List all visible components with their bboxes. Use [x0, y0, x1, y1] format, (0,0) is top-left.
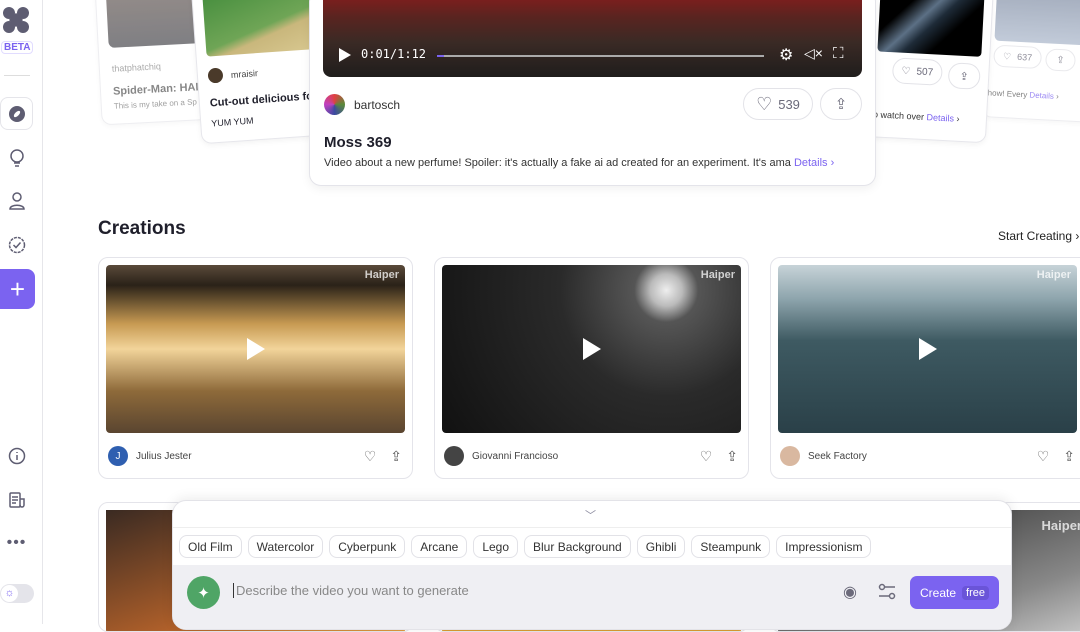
style-chip[interactable]: Arcane [411, 535, 468, 558]
author: thatphatchiq [111, 61, 162, 74]
video-description: Video about a new perfume! Spoiler: it's… [324, 157, 835, 169]
video-time: 0:01/1:12 [361, 47, 427, 61]
prompt-enhance-icon[interactable]: ✦ [187, 576, 220, 609]
share-button[interactable]: ⇪ [947, 62, 981, 90]
featured-main-card[interactable]: 0:01/1:12 ⚙ ◁× ⛶ bartosch ♡ 539 ⇪ Moss 36… [309, 0, 876, 186]
author-name[interactable]: Seek Factory [808, 451, 867, 462]
desc: show! Every Details › [983, 88, 1059, 102]
avatar [207, 67, 224, 84]
profile-icon[interactable] [0, 184, 33, 217]
divider [4, 75, 30, 76]
heart-icon[interactable]: ♡ [364, 448, 377, 465]
creation-card[interactable]: Haiper Seek Factory ♡ ⇪ [770, 257, 1080, 479]
video-progress[interactable] [437, 55, 764, 57]
mute-icon[interactable]: ◁× [804, 45, 823, 62]
thumbnail[interactable]: Haiper [106, 265, 405, 433]
haiper-logo[interactable] [2, 6, 30, 34]
settings-sliders-icon[interactable] [878, 583, 896, 601]
like-button[interactable]: ♡ 507 [891, 57, 944, 86]
beta-badge: BETA [1, 41, 34, 54]
prompt-input[interactable] [233, 583, 733, 598]
more-icon[interactable]: ••• [0, 526, 33, 559]
fullscreen-icon[interactable]: ⛶ [833, 45, 844, 62]
featured-card[interactable]: ♡ 637 ⇪ show! Every Details › [981, 0, 1080, 123]
play-icon[interactable] [338, 47, 352, 63]
collapse-chevron-icon[interactable]: ﹀ [585, 507, 596, 523]
thumbnail[interactable]: Haiper [778, 265, 1077, 433]
lightbulb-icon[interactable] [0, 141, 33, 174]
desc: YUM YUM [210, 115, 254, 129]
video-player[interactable]: 0:01/1:12 ⚙ ◁× ⛶ [323, 0, 862, 77]
video-title: Moss 369 [324, 134, 392, 151]
style-chip[interactable]: Watercolor [247, 535, 324, 558]
sidebar: BETA + ••• ☼ [0, 0, 43, 624]
create-plus-button[interactable]: + [0, 269, 35, 309]
heart-icon[interactable]: ♡ [700, 448, 713, 465]
avatar [444, 446, 464, 466]
style-chip[interactable]: Steampunk [691, 535, 771, 558]
title: Cut-out delicious foo [209, 89, 321, 110]
author-name[interactable]: bartosch [354, 98, 400, 112]
avatar [780, 446, 800, 466]
share-icon[interactable]: ⇪ [1063, 448, 1075, 465]
heart-icon[interactable]: ♡ [1037, 448, 1050, 465]
avatar: J [108, 446, 128, 466]
creation-card[interactable]: Haiper Giovanni Francioso ♡ ⇪ [434, 257, 749, 479]
author-name[interactable]: Giovanni Francioso [472, 451, 558, 462]
creation-card[interactable]: Haiper J Julius Jester ♡ ⇪ [98, 257, 413, 479]
play-icon[interactable] [246, 338, 265, 360]
thumbnail [201, 0, 317, 57]
author: mraisir [230, 68, 259, 80]
share-button[interactable]: ⇪ [1044, 48, 1077, 72]
play-icon[interactable] [582, 338, 601, 360]
featured-card[interactable]: ♡ 507 ⇪ re to watch over Details › [857, 0, 995, 144]
thumbnail[interactable]: Haiper [442, 265, 741, 433]
create-button[interactable]: Create free [910, 576, 999, 609]
news-icon[interactable] [0, 483, 33, 516]
share-icon[interactable]: ⇪ [726, 448, 738, 465]
style-chip[interactable]: Blur Background [524, 535, 631, 558]
share-icon: ⇪ [834, 96, 848, 113]
style-chips: Old Film Watercolor Cyberpunk Arcane Lego Blu… [179, 535, 1007, 558]
featured-card[interactable]: mraisir Cut-out delicious foo YUM YUM [190, 0, 327, 145]
author-name[interactable]: Julius Jester [136, 451, 192, 462]
style-chip[interactable]: Old Film [179, 535, 242, 558]
style-chip[interactable]: Ghibli [636, 535, 686, 558]
settings-icon[interactable]: ⚙ [779, 45, 793, 65]
desc: This is my take on a Sp [113, 97, 198, 111]
style-chip[interactable]: Cyberpunk [329, 535, 406, 558]
explore-icon[interactable] [0, 97, 33, 130]
info-icon[interactable] [0, 439, 33, 472]
free-badge: free [962, 585, 989, 600]
play-icon[interactable] [918, 338, 937, 360]
style-chip[interactable]: Impressionism [776, 535, 872, 558]
thumbnail [994, 0, 1080, 46]
like-button[interactable]: ♡ 539 [743, 88, 813, 120]
prompt-panel: ﹀ Old Film Watercolor Cyberpunk Arcane Lego B… [172, 500, 1012, 630]
start-creating-link[interactable]: Start Creating › [998, 229, 1079, 243]
divider [173, 527, 1011, 528]
eye-icon[interactable]: ◉ [843, 582, 857, 602]
verified-icon[interactable] [0, 228, 33, 261]
thumbnail [877, 0, 986, 57]
details-link[interactable]: Details [794, 157, 828, 169]
avatar [324, 94, 345, 115]
title: Spider-Man: HAIP [112, 80, 207, 98]
like-button[interactable]: ♡ 637 [993, 44, 1043, 70]
section-title: Creations [98, 218, 186, 239]
style-chip[interactable]: Lego [473, 535, 519, 558]
prompt-input-bar: ✦ ◉ Createfree [173, 565, 1011, 629]
heart-icon: ♡ [756, 93, 773, 114]
share-button[interactable]: ⇪ [820, 88, 862, 120]
share-icon[interactable]: ⇪ [390, 448, 402, 465]
theme-toggle[interactable]: ☼ [0, 584, 34, 603]
sun-icon: ☼ [1, 585, 18, 602]
